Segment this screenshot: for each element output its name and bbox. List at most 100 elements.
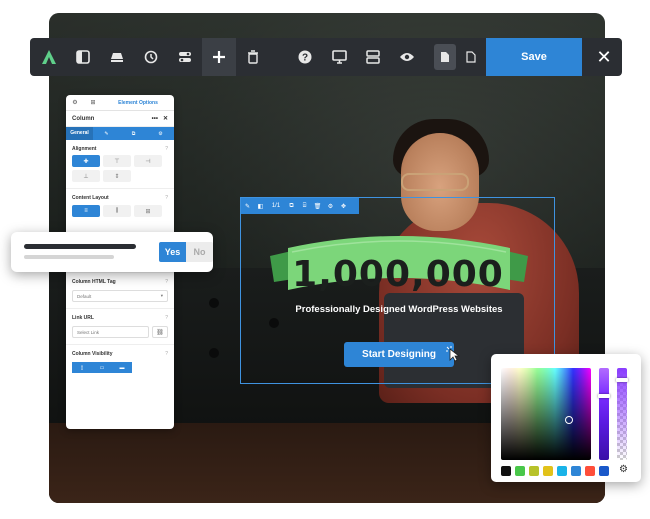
subtab-advanced-icon[interactable]: ⚙ (147, 131, 174, 137)
save-button[interactable]: Save (486, 38, 582, 76)
element-action-bar: ✎ ◧ 1/1 ⧉ ⌸ 🗑 ⚙ ✥ (241, 198, 359, 214)
align-right-icon[interactable]: ⊣ (134, 155, 162, 167)
subtab-general[interactable]: General (66, 127, 93, 140)
link-chain-icon[interactable]: ⛓ (152, 326, 168, 338)
toggle-title-placeholder (24, 244, 136, 249)
panel-top-tabs: ⚙ ⊞ Element Options (66, 95, 174, 111)
column-count[interactable]: 1/1 (267, 203, 285, 209)
html-tag-section: Column HTML Tag ? (66, 273, 174, 288)
settings-icon[interactable]: ⚙ (324, 203, 337, 210)
chevron-down-icon: ▾ (160, 293, 163, 298)
align-stretch-icon[interactable]: ⇕ (103, 170, 131, 182)
content-layout-label: Content Layout (72, 195, 109, 201)
help-icon[interactable]: ? (165, 195, 168, 201)
visibility-label: Column Visibility (72, 351, 113, 357)
color-swatch[interactable] (585, 466, 595, 476)
move-icon[interactable]: ✥ (337, 203, 350, 210)
more-icon[interactable]: ••• (152, 116, 158, 122)
builder-logo-icon[interactable] (32, 38, 66, 76)
panel-close-icon[interactable]: ✕ (163, 115, 168, 122)
color-swatch[interactable] (571, 466, 581, 476)
align-center-icon[interactable]: ✚ (72, 155, 100, 167)
edit-pencil-icon[interactable]: ✎ (241, 203, 254, 210)
help-icon[interactable]: ? (288, 38, 322, 76)
color-swatches (501, 466, 609, 476)
element-options-tab[interactable]: Element Options (102, 100, 174, 106)
photo-person-glasses (401, 173, 469, 191)
columns-icon[interactable]: ◧ (254, 203, 267, 210)
hue-handle[interactable] (598, 394, 610, 398)
builder-stage: ? Save ✕ ⚙ ⊞ Element Options Column ••• (0, 0, 650, 519)
content-layout-section: Content Layout ? (66, 189, 174, 204)
templates-icon[interactable] (100, 38, 134, 76)
delete-icon[interactable]: 🗑 (311, 203, 324, 210)
layout-option-grid-icon[interactable]: ⊞ (134, 205, 162, 217)
help-icon[interactable]: ? (165, 146, 168, 152)
hue-slider[interactable] (598, 368, 610, 460)
visibility-mobile-icon[interactable]: ▯ (72, 362, 92, 373)
color-picker: ⚙ (491, 354, 641, 482)
html-tag-value: Default (77, 293, 92, 299)
add-icon[interactable] (202, 38, 236, 76)
visibility-desktop-icon[interactable]: ▬ (112, 362, 132, 373)
layout-icon[interactable] (356, 38, 390, 76)
toggle-icon[interactable] (168, 38, 202, 76)
align-bottom-icon[interactable]: ⊥ (72, 170, 100, 182)
subtab-design-icon[interactable]: ✎ (93, 131, 120, 137)
subtab-copy-icon[interactable]: ⧉ (120, 131, 147, 137)
color-swatch[interactable] (557, 466, 567, 476)
settings-tab-gear-icon[interactable]: ⚙ (66, 95, 84, 111)
banner-count: 1,000,000 (292, 254, 504, 295)
link-url-placeholder: Select Link (77, 329, 100, 335)
start-designing-button[interactable]: Start Designing (344, 342, 454, 367)
help-icon[interactable]: ? (165, 351, 168, 357)
duplicate-icon[interactable]: ⧉ (285, 203, 298, 210)
banner-tagline: Professionally Designed WordPress Websit… (295, 304, 503, 315)
color-swatch[interactable] (501, 466, 511, 476)
color-swatch[interactable] (599, 466, 609, 476)
help-icon[interactable]: ? (165, 279, 168, 285)
visibility-toggles: ▯ ▭ ▬ (72, 362, 168, 373)
top-toolbar: ? Save ✕ (30, 38, 622, 76)
toggle-subtitle-placeholder (24, 255, 114, 259)
history-icon[interactable] (134, 38, 168, 76)
template-icon[interactable]: ⌸ (298, 203, 311, 210)
page-doc-icon[interactable] (434, 44, 456, 70)
alpha-handle[interactable] (616, 378, 628, 382)
alignment-section: Alignment ? (66, 140, 174, 155)
preview-icon[interactable] (390, 38, 424, 76)
content-layout-grid-a: ≡ ⫼ ⊞ (66, 205, 174, 217)
alpha-slider[interactable] (616, 368, 628, 460)
color-swatch[interactable] (529, 466, 539, 476)
svg-text:?: ? (302, 53, 308, 64)
layout-option-col-icon[interactable]: ⫼ (103, 205, 131, 217)
html-tag-select[interactable]: Default ▾ (72, 290, 168, 302)
html-tag-label: Column HTML Tag (72, 279, 116, 285)
picker-settings-gear-icon[interactable]: ⚙ (619, 464, 628, 475)
panel-subtabs: General ✎ ⧉ ⚙ (66, 127, 174, 140)
trash-icon[interactable] (236, 38, 270, 76)
color-selector-handle[interactable] (565, 416, 573, 424)
yes-toggle-button[interactable]: Yes (159, 242, 186, 262)
desktop-icon[interactable] (322, 38, 356, 76)
no-toggle-button[interactable]: No (186, 242, 213, 262)
click-cursor-icon (446, 346, 461, 365)
alignment-grid: ✚ ⊤ ⊣ ⊥ ⇕ (66, 155, 174, 182)
link-url-input[interactable]: Select Link (72, 326, 149, 338)
color-swatch[interactable] (543, 466, 553, 476)
visibility-section: Column Visibility ? (66, 345, 174, 360)
saturation-area[interactable] (501, 368, 591, 460)
panel-header: Column ••• ✕ (66, 111, 174, 127)
visibility-tablet-icon[interactable]: ▭ (92, 362, 112, 373)
color-swatch[interactable] (515, 466, 525, 476)
panel-icon[interactable] (66, 38, 100, 76)
settings-tab-layers-icon[interactable]: ⊞ (84, 95, 102, 111)
help-icon[interactable]: ? (165, 315, 168, 321)
link-url-row: Select Link ⛓ (72, 326, 168, 338)
template-doc-icon[interactable] (460, 44, 482, 70)
yes-no-toggle-card: Yes No (11, 232, 213, 272)
layout-option-row-icon[interactable]: ≡ (72, 205, 100, 217)
link-url-section: Link URL ? (66, 309, 174, 324)
align-top-icon[interactable]: ⊤ (103, 155, 131, 167)
close-icon[interactable]: ✕ (588, 38, 620, 76)
